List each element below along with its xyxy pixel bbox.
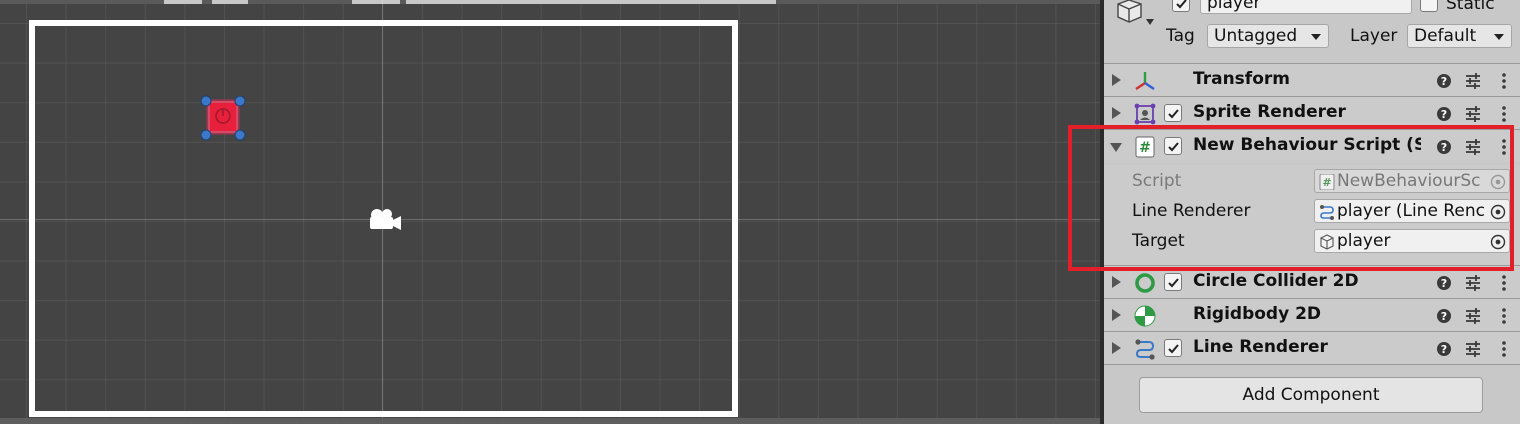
help-icon: ? (1437, 74, 1451, 88)
camera-gizmo-icon[interactable] (366, 207, 402, 233)
player-sprite[interactable] (200, 95, 246, 141)
layer-dropdown-value: Default (1414, 26, 1477, 46)
component-title: Line Renderer (1193, 337, 1328, 357)
rigidbody-icon (1134, 305, 1156, 327)
checkmark-icon (1167, 277, 1179, 287)
checkmark-icon (1167, 343, 1179, 353)
help-icon: ? (1437, 342, 1451, 356)
tag-label: Tag (1166, 26, 1195, 46)
component-enabled-checkbox[interactable] (1164, 273, 1182, 291)
svg-text:?: ? (1441, 343, 1447, 356)
toolbar-tab-fragment (164, 0, 202, 4)
gameobject-cube-icon[interactable] (1112, 0, 1156, 32)
gameobject-name-input[interactable]: player (1200, 0, 1412, 14)
svg-text:?: ? (1441, 108, 1447, 121)
component-title: Transform (1193, 69, 1290, 89)
component-transform[interactable]: Transform ? (1104, 63, 1520, 96)
foldout-arrow-icon[interactable] (1112, 107, 1121, 119)
line-renderer-icon (1135, 339, 1155, 360)
presets-sliders-icon (1466, 308, 1480, 324)
foldout-arrow-icon[interactable] (1112, 276, 1121, 288)
tag-dropdown-value: Untagged (1214, 26, 1298, 46)
toolbar-tab-fragment (212, 0, 248, 4)
component-enabled-checkbox[interactable] (1164, 339, 1182, 357)
component-tools: ? (1437, 341, 1506, 357)
checkmark-icon (1167, 108, 1179, 118)
component-tools: ? (1437, 275, 1506, 291)
presets-sliders-icon (1466, 73, 1480, 89)
tag-dropdown[interactable]: Untagged (1207, 24, 1329, 48)
component-title: Rigidbody 2D (1193, 304, 1322, 324)
help-icon: ? (1437, 107, 1451, 121)
svg-text:?: ? (1441, 310, 1447, 323)
component-tools: ? (1437, 73, 1506, 89)
foldout-arrow-icon[interactable] (1112, 342, 1121, 354)
scene-toolbar-strip (0, 0, 1100, 4)
kebab-menu-icon (1502, 341, 1506, 357)
toolbar-tab-fragment (352, 0, 400, 4)
foldout-arrow-icon[interactable] (1112, 74, 1121, 86)
help-icon: ? (1437, 309, 1451, 323)
circle-collider-icon (1135, 273, 1155, 293)
component-line-renderer[interactable]: Line Renderer ? (1104, 331, 1520, 364)
kebab-menu-icon (1502, 73, 1506, 89)
chevron-down-icon (1311, 34, 1321, 40)
add-component-button[interactable]: Add Component (1139, 377, 1483, 413)
gameobject-active-checkbox[interactable] (1172, 0, 1190, 12)
component-enabled-checkbox[interactable] (1164, 104, 1182, 122)
svg-text:?: ? (1441, 75, 1447, 88)
transform-icon (1135, 72, 1155, 90)
component-title: Sprite Renderer (1193, 102, 1346, 122)
scene-bottom-bar (0, 418, 1100, 424)
presets-sliders-icon (1466, 341, 1480, 357)
kebab-menu-icon (1502, 106, 1506, 122)
help-icon: ? (1437, 276, 1451, 290)
presets-sliders-icon (1466, 275, 1480, 291)
checkmark-icon (1175, 0, 1187, 8)
layer-dropdown[interactable]: Default (1407, 24, 1512, 48)
kebab-menu-icon (1502, 308, 1506, 324)
kebab-menu-icon (1502, 275, 1506, 291)
chevron-down-icon (1494, 34, 1504, 40)
static-checkbox[interactable] (1420, 0, 1438, 12)
svg-text:?: ? (1441, 277, 1447, 290)
inspector-separator (1104, 364, 1520, 365)
component-title: Circle Collider 2D (1193, 271, 1359, 291)
scene-view[interactable] (0, 0, 1100, 424)
static-label: Static (1446, 0, 1495, 14)
presets-sliders-icon (1466, 106, 1480, 122)
annotation-highlight-box (1068, 125, 1514, 271)
toolbar-tab-fragment (406, 0, 776, 4)
component-tools: ? (1437, 308, 1506, 324)
sprite-renderer-icon (1134, 103, 1156, 125)
layer-label: Layer (1350, 26, 1398, 46)
component-rigidbody-2d[interactable]: Rigidbody 2D ? (1104, 298, 1520, 331)
foldout-arrow-icon[interactable] (1112, 309, 1121, 321)
component-tools: ? (1437, 106, 1506, 122)
